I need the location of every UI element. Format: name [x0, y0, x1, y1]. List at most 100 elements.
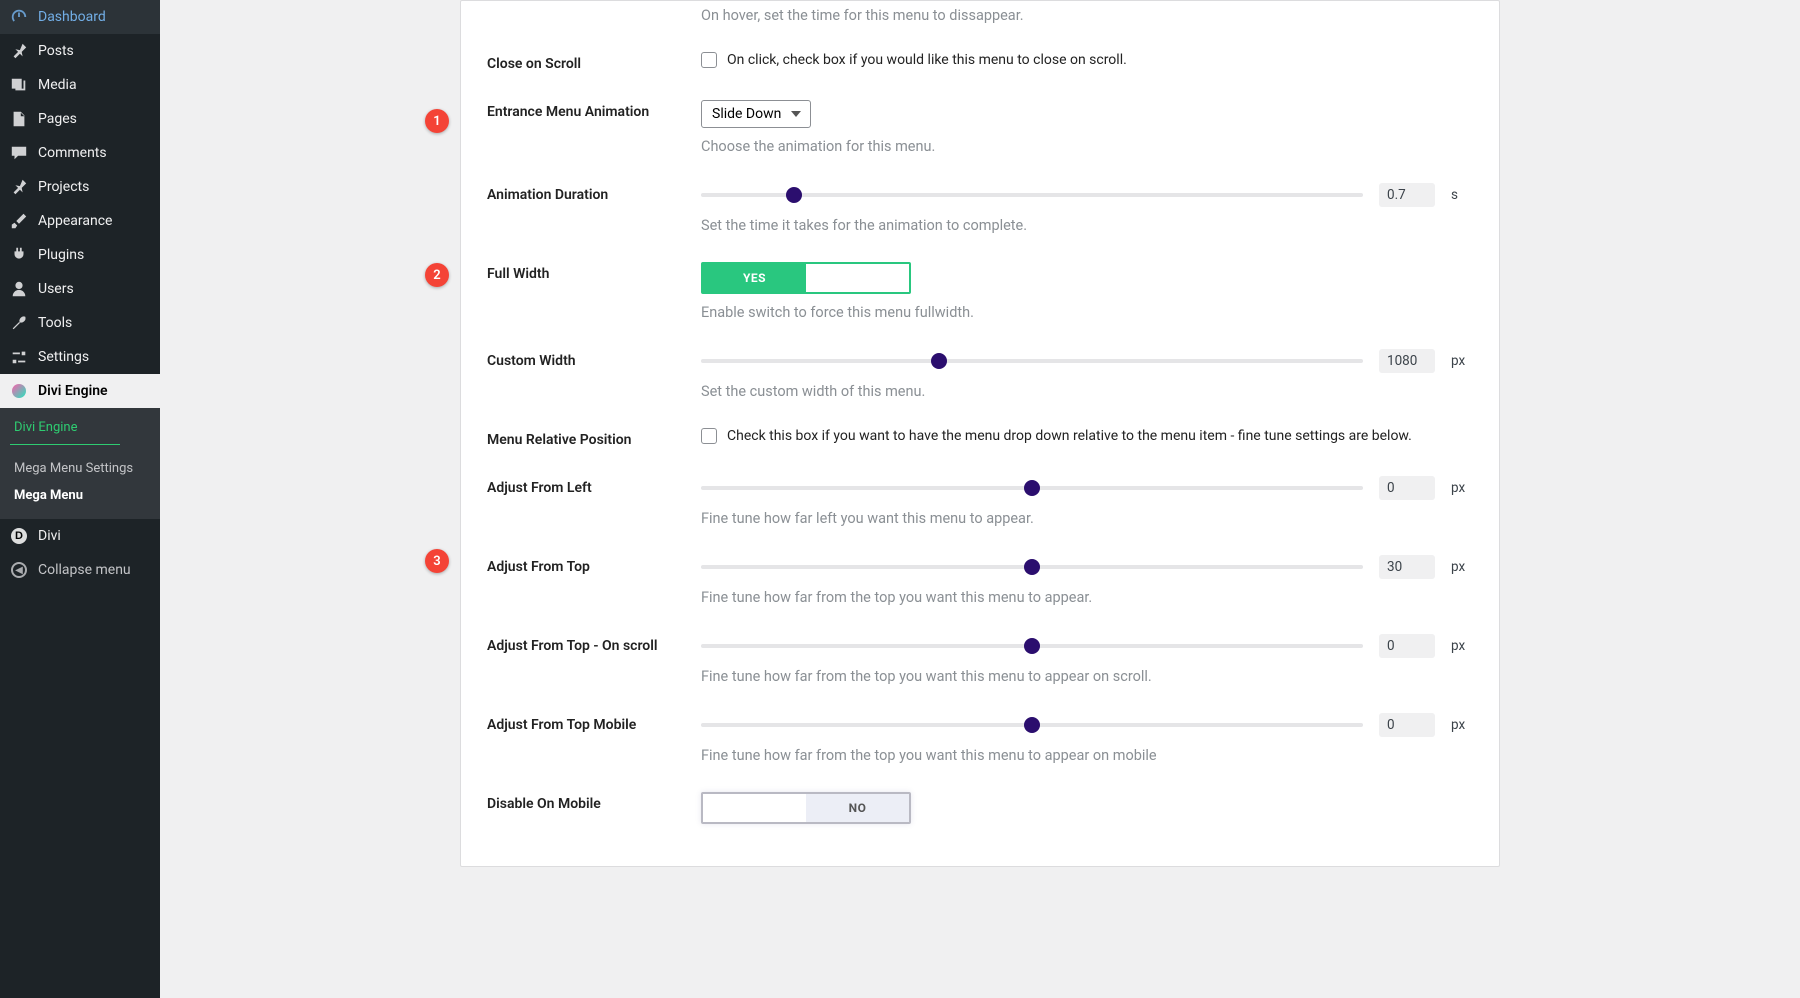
adjust-from-top-unit: px [1451, 559, 1473, 575]
sidebar-item-media[interactable]: Media [0, 68, 160, 102]
sidebar-item-label: Projects [38, 179, 89, 195]
setting-adjust-from-top-mobile: Adjust From Top Mobile 0 px Fine tune ho… [487, 695, 1473, 774]
sidebar-item-plugins[interactable]: Plugins [0, 238, 160, 272]
menu-relative-position-check[interactable]: Check this box if you want to have the m… [701, 428, 1473, 444]
setting-adjust-from-top-scroll: Adjust From Top - On scroll 0 px Fine tu… [487, 616, 1473, 695]
main-content: 1 2 3 On hover, set the time for this me… [160, 0, 1800, 998]
media-icon [10, 76, 28, 94]
admin-sidebar: Dashboard Posts Media Pages Comments Pro… [0, 0, 160, 998]
sidebar-item-label: Dashboard [38, 9, 106, 25]
setting-full-width: Full Width YES Enable switch to force th… [487, 244, 1473, 331]
submenu-item-divi-engine[interactable]: Divi Engine [0, 414, 160, 441]
adjust-from-left-slider[interactable] [701, 486, 1363, 490]
slider-thumb[interactable] [1024, 559, 1040, 575]
sidebar-item-tools[interactable]: Tools [0, 306, 160, 340]
divi-icon: D [10, 527, 28, 545]
adjust-from-top-scroll-slider[interactable] [701, 644, 1363, 648]
sidebar-item-divi-engine[interactable]: Divi Engine [0, 374, 160, 408]
page-icon [10, 110, 28, 128]
sidebar-item-label: Media [38, 77, 77, 93]
sidebar-item-pages[interactable]: Pages [0, 102, 160, 136]
sidebar-item-collapse[interactable]: ◀ Collapse menu [0, 553, 160, 587]
toggle-off: NO [806, 794, 909, 822]
adjust-from-top-mobile-desc: Fine tune how far from the top you want … [701, 747, 1473, 764]
adjust-from-top-slider[interactable] [701, 565, 1363, 569]
adjust-from-top-scroll-label: Adjust From Top - On scroll [487, 634, 677, 654]
sidebar-item-comments[interactable]: Comments [0, 136, 160, 170]
full-width-desc: Enable switch to force this menu fullwid… [701, 304, 1473, 321]
sidebar-item-label: Appearance [38, 213, 112, 229]
sidebar-item-settings[interactable]: Settings [0, 340, 160, 374]
animation-duration-slider[interactable] [701, 193, 1363, 197]
annotation-1: 1 [425, 109, 449, 133]
entrance-animation-select[interactable]: Slide Down [701, 100, 811, 128]
settings-panel: 1 2 3 On hover, set the time for this me… [460, 0, 1500, 867]
adjust-from-top-scroll-unit: px [1451, 638, 1473, 654]
submenu-item-mega-menu[interactable]: Mega Menu [0, 482, 160, 509]
custom-width-unit: px [1451, 353, 1473, 369]
entrance-animation-desc: Choose the animation for this menu. [701, 138, 1473, 155]
animation-duration-desc: Set the time it takes for the animation … [701, 217, 1473, 234]
setting-disable-on-mobile: Disable On Mobile NO [487, 774, 1473, 836]
slider-thumb[interactable] [786, 187, 802, 203]
sidebar-item-label: Comments [38, 145, 107, 161]
pin-icon [10, 178, 28, 196]
adjust-from-top-mobile-slider[interactable] [701, 723, 1363, 727]
adjust-from-top-value[interactable]: 30 [1379, 555, 1435, 579]
adjust-from-left-label: Adjust From Left [487, 476, 677, 496]
close-on-scroll-checkbox[interactable] [701, 52, 717, 68]
submenu-item-mega-menu-settings[interactable]: Mega Menu Settings [0, 455, 160, 482]
sidebar-item-projects[interactable]: Projects [0, 170, 160, 204]
divi-engine-submenu: Divi Engine Mega Menu Settings Mega Menu [0, 408, 160, 519]
close-on-scroll-check-label: On click, check box if you would like th… [727, 52, 1127, 68]
setting-custom-width: Custom Width 1080 px Set the custom widt… [487, 331, 1473, 410]
adjust-from-left-unit: px [1451, 480, 1473, 496]
sidebar-item-posts[interactable]: Posts [0, 34, 160, 68]
adjust-from-top-mobile-unit: px [1451, 717, 1473, 733]
slider-thumb[interactable] [1024, 480, 1040, 496]
custom-width-label: Custom Width [487, 349, 677, 369]
full-width-label: Full Width [487, 262, 677, 282]
sidebar-item-label: Users [38, 281, 74, 297]
animation-duration-label: Animation Duration [487, 183, 677, 203]
hover-disappear-desc: On hover, set the time for this menu to … [701, 7, 1473, 24]
animation-duration-unit: s [1451, 187, 1473, 203]
setting-close-on-scroll: Close on Scroll On click, check box if y… [487, 34, 1473, 82]
menu-relative-position-checkbox[interactable] [701, 428, 717, 444]
plug-icon [10, 246, 28, 264]
adjust-from-top-mobile-value[interactable]: 0 [1379, 713, 1435, 737]
slider-thumb[interactable] [1024, 717, 1040, 733]
sidebar-item-appearance[interactable]: Appearance [0, 204, 160, 238]
setting-animation-duration: Animation Duration 0.7 s Set the time it… [487, 165, 1473, 244]
sidebar-item-users[interactable]: Users [0, 272, 160, 306]
sidebar-item-label: Divi [38, 528, 61, 544]
close-on-scroll-check[interactable]: On click, check box if you would like th… [701, 52, 1473, 68]
setting-hover-disappear: On hover, set the time for this menu to … [487, 1, 1473, 34]
custom-width-value[interactable]: 1080 [1379, 349, 1435, 373]
adjust-from-top-desc: Fine tune how far from the top you want … [701, 589, 1473, 606]
setting-entrance-animation: Entrance Menu Animation Slide Down Choos… [487, 82, 1473, 165]
sidebar-item-dashboard[interactable]: Dashboard [0, 0, 160, 34]
entrance-animation-label: Entrance Menu Animation [487, 100, 677, 120]
disable-on-mobile-toggle[interactable]: NO [701, 792, 911, 824]
toggle-on [703, 794, 806, 822]
disable-on-mobile-label: Disable On Mobile [487, 792, 677, 812]
adjust-from-left-value[interactable]: 0 [1379, 476, 1435, 500]
comment-icon [10, 144, 28, 162]
full-width-toggle[interactable]: YES [701, 262, 911, 294]
sidebar-item-label: Settings [38, 349, 89, 365]
setting-adjust-from-left: Adjust From Left 0 px Fine tune how far … [487, 458, 1473, 537]
slider-thumb[interactable] [931, 353, 947, 369]
collapse-icon: ◀ [10, 561, 28, 579]
animation-duration-value[interactable]: 0.7 [1379, 183, 1435, 207]
adjust-from-top-scroll-value[interactable]: 0 [1379, 634, 1435, 658]
adjust-from-left-desc: Fine tune how far left you want this men… [701, 510, 1473, 527]
slider-thumb[interactable] [1024, 638, 1040, 654]
adjust-from-top-scroll-desc: Fine tune how far from the top you want … [701, 668, 1473, 685]
sidebar-item-label: Divi Engine [38, 383, 108, 399]
custom-width-desc: Set the custom width of this menu. [701, 383, 1473, 400]
custom-width-slider[interactable] [701, 359, 1363, 363]
pin-icon [10, 42, 28, 60]
sidebar-item-divi[interactable]: D Divi [0, 519, 160, 553]
close-on-scroll-label: Close on Scroll [487, 52, 677, 72]
